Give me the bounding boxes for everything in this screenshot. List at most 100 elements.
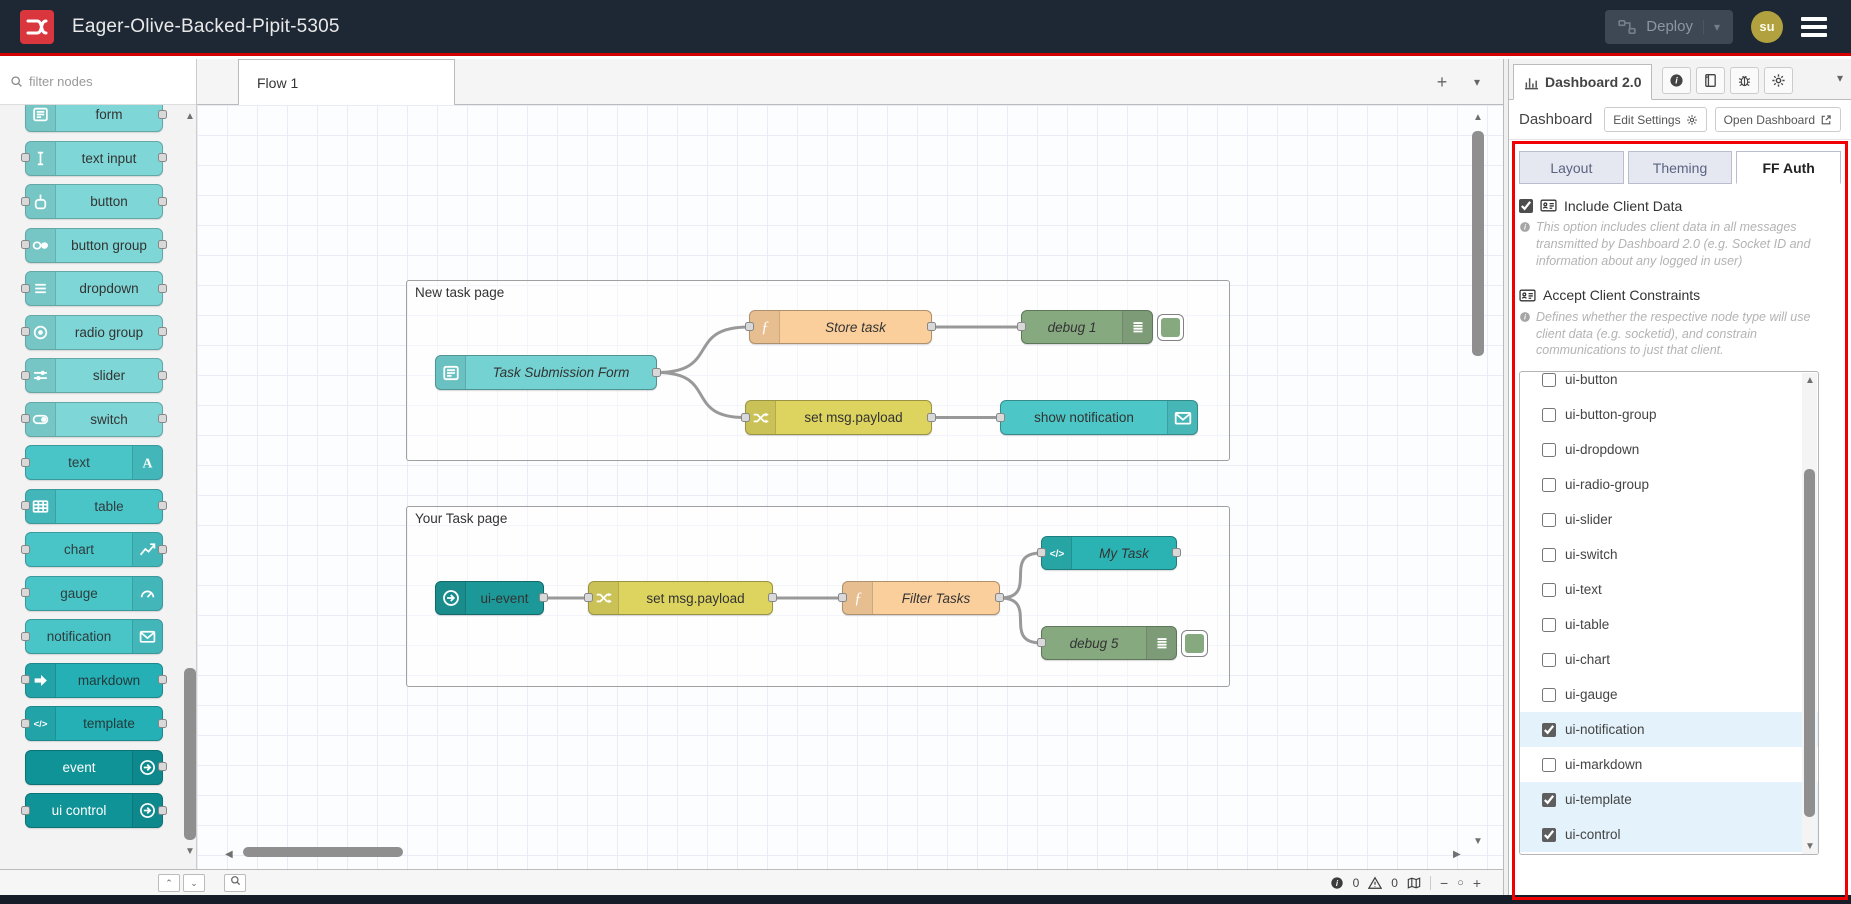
add-flow-icon[interactable]: + <box>1429 69 1455 95</box>
output-port[interactable] <box>158 327 167 336</box>
node-type-row-ui-template[interactable]: ui-template <box>1520 782 1818 817</box>
palette-search[interactable] <box>0 59 196 105</box>
palette-filter-input[interactable] <box>29 74 149 89</box>
input-port[interactable] <box>1017 322 1026 331</box>
flow-node-change2[interactable]: set msg.payload <box>588 581 773 615</box>
palette-node-form[interactable]: form <box>25 105 163 132</box>
info-tab-button[interactable]: i <box>1662 67 1691 94</box>
node-type-list-scrollbar[interactable]: ▲ ▼ <box>1802 373 1817 855</box>
input-port[interactable] <box>21 327 30 336</box>
flow-node-mytask[interactable]: </>My Task <box>1041 536 1177 570</box>
flow-node-tsf[interactable]: Task Submission Form <box>435 355 657 390</box>
flow-node-debug5[interactable]: debug 5 <box>1041 626 1177 660</box>
output-port[interactable] <box>158 675 167 684</box>
canvas-scroll-up-icon[interactable]: ▲ <box>1473 113 1483 123</box>
input-port[interactable] <box>21 632 30 641</box>
input-port[interactable] <box>741 413 750 422</box>
output-port[interactable] <box>158 545 167 554</box>
node-type-checkbox-ui-template[interactable] <box>1542 793 1556 807</box>
output-port[interactable] <box>158 284 167 293</box>
output-port[interactable] <box>158 110 167 119</box>
input-port[interactable] <box>21 545 30 554</box>
input-port[interactable] <box>838 593 847 602</box>
canvas-scroll-down-icon[interactable]: ▼ <box>1473 837 1483 847</box>
output-port[interactable] <box>995 593 1004 602</box>
output-port[interactable] <box>158 719 167 728</box>
node-type-row-ui-slider[interactable]: ui-slider <box>1520 502 1818 537</box>
open-dashboard-button[interactable]: Open Dashboard <box>1715 107 1841 132</box>
node-type-row-ui-notification[interactable]: ui-notification <box>1520 712 1818 747</box>
include-client-data-checkbox[interactable] <box>1519 199 1533 213</box>
palette-node-button[interactable]: button <box>25 184 163 219</box>
palette-node-slider[interactable]: slider <box>25 358 163 393</box>
input-port[interactable] <box>21 588 30 597</box>
output-port[interactable] <box>1172 548 1181 557</box>
palette-node-gauge[interactable]: gauge <box>25 576 163 611</box>
node-type-row-ui-control[interactable]: ui-control <box>1520 817 1818 852</box>
subtab-theming[interactable]: Theming <box>1628 151 1733 184</box>
input-port[interactable] <box>1037 548 1046 557</box>
output-port[interactable] <box>158 240 167 249</box>
palette-node-chart[interactable]: chart <box>25 532 163 567</box>
palette-node-button-group[interactable]: button group <box>25 228 163 263</box>
output-port[interactable] <box>158 371 167 380</box>
node-type-checkbox-ui-control[interactable] <box>1542 828 1556 842</box>
flow-list-caret-icon[interactable]: ▾ <box>1467 69 1487 95</box>
output-port[interactable] <box>158 501 167 510</box>
flow-tab[interactable]: Flow 1 <box>238 59 455 105</box>
input-port[interactable] <box>1037 638 1046 647</box>
output-port[interactable] <box>927 413 936 422</box>
config-nodes-tab-button[interactable] <box>1764 67 1793 94</box>
node-type-row-ui-switch[interactable]: ui-switch <box>1520 537 1818 572</box>
deploy-button[interactable]: Deploy ▾ <box>1605 10 1733 44</box>
output-port[interactable] <box>539 593 548 602</box>
node-type-checkbox-ui-table[interactable] <box>1542 618 1556 632</box>
node-type-checkbox-ui-button[interactable] <box>1542 373 1556 387</box>
palette-scroll-down-icon[interactable]: ▼ <box>185 847 195 857</box>
palette-node-dropdown[interactable]: dropdown <box>25 271 163 306</box>
subtab-layout[interactable]: Layout <box>1519 151 1624 184</box>
zoom-reset-icon[interactable]: ○ <box>1457 876 1464 890</box>
subtab-ff-auth[interactable]: FF Auth <box>1736 151 1841 184</box>
list-scroll-up-icon[interactable]: ▲ <box>1805 376 1815 386</box>
zoom-out-icon[interactable]: − <box>1440 876 1448 890</box>
node-type-checkbox-ui-markdown[interactable] <box>1542 758 1556 772</box>
canvas-vertical-scrollbar[interactable] <box>1472 131 1484 356</box>
input-port[interactable] <box>996 413 1005 422</box>
help-tab-button[interactable] <box>1696 67 1725 94</box>
palette-node-radio-group[interactable]: radio group <box>25 315 163 350</box>
flow-node-filter[interactable]: ƒFilter Tasks <box>842 581 1000 615</box>
node-type-row-ui-button-group[interactable]: ui-button-group <box>1520 397 1818 432</box>
deploy-options-caret[interactable]: ▾ <box>1703 20 1720 34</box>
palette-node-text-input[interactable]: text input <box>25 141 163 176</box>
palette-scrollbar[interactable] <box>184 668 196 840</box>
flow-node-debug1[interactable]: debug 1 <box>1021 310 1153 344</box>
node-type-checkbox-ui-notification[interactable] <box>1542 723 1556 737</box>
node-type-row-ui-dropdown[interactable]: ui-dropdown <box>1520 432 1818 467</box>
node-type-checkbox-ui-button-group[interactable] <box>1542 408 1556 422</box>
error-count-icon[interactable]: i <box>1330 876 1344 890</box>
palette-node-markdown[interactable]: markdown <box>25 663 163 698</box>
canvas-scroll-right-icon[interactable]: ▶ <box>1453 850 1461 860</box>
edit-settings-button[interactable]: Edit Settings <box>1604 107 1706 132</box>
palette-node-switch[interactable]: switch <box>25 402 163 437</box>
zoom-search-button[interactable] <box>224 874 246 892</box>
input-port[interactable] <box>21 458 30 467</box>
debug-toggle-button[interactable] <box>1181 630 1208 657</box>
palette-node-text[interactable]: textA <box>25 445 163 480</box>
output-port[interactable] <box>158 806 167 815</box>
input-port[interactable] <box>21 719 30 728</box>
node-type-row-ui-markdown[interactable]: ui-markdown <box>1520 747 1818 782</box>
input-port[interactable] <box>584 593 593 602</box>
zoom-in-icon[interactable]: + <box>1473 876 1481 890</box>
output-port[interactable] <box>768 593 777 602</box>
canvas-scroll-left-icon[interactable]: ◀ <box>225 850 233 860</box>
expand-groups-button[interactable]: ⌄ <box>183 874 205 892</box>
output-port[interactable] <box>927 322 936 331</box>
output-port[interactable] <box>158 762 167 771</box>
list-scroll-down-icon[interactable]: ▼ <box>1805 842 1815 852</box>
input-port[interactable] <box>21 284 30 293</box>
canvas-horizontal-scrollbar[interactable] <box>243 847 403 857</box>
node-type-row-ui-chart[interactable]: ui-chart <box>1520 642 1818 677</box>
node-type-checkbox-ui-dropdown[interactable] <box>1542 443 1556 457</box>
